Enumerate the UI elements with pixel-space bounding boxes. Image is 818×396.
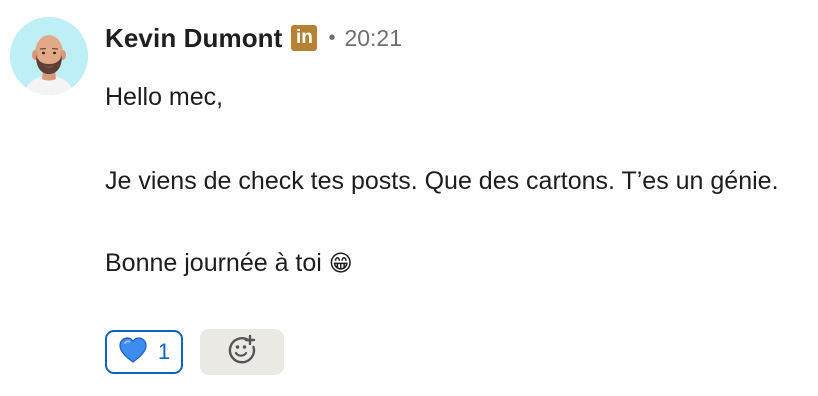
- blue-heart-icon: [118, 336, 148, 369]
- reaction-count: 1: [157, 339, 171, 364]
- message-line-text: Bonne journée à toi: [105, 249, 322, 277]
- message-line: Hello mec,: [105, 83, 224, 111]
- add-reaction-button[interactable]: [200, 329, 284, 375]
- message-line: Je viens de check tes posts. Que des car…: [105, 167, 779, 195]
- author-name[interactable]: Kevin Dumont: [105, 23, 282, 54]
- heart-reaction-button[interactable]: 1: [105, 330, 183, 374]
- message-header: Kevin Dumont in • 20:21: [105, 20, 402, 56]
- reactions-bar: 1: [105, 329, 284, 375]
- separator-dot: •: [328, 26, 336, 49]
- message-line-last: Bonne journée à toi 😁: [105, 243, 810, 283]
- avatar[interactable]: [10, 17, 88, 95]
- profile-photo-icon: [10, 17, 88, 95]
- grinning-face-icon: 😁: [328, 250, 353, 276]
- linkedin-badge-icon: in: [291, 25, 318, 51]
- message-body: Hello mec, Je viens de check tes posts. …: [105, 77, 810, 283]
- message-timestamp: 20:21: [344, 24, 403, 51]
- add-reaction-icon: [226, 334, 258, 371]
